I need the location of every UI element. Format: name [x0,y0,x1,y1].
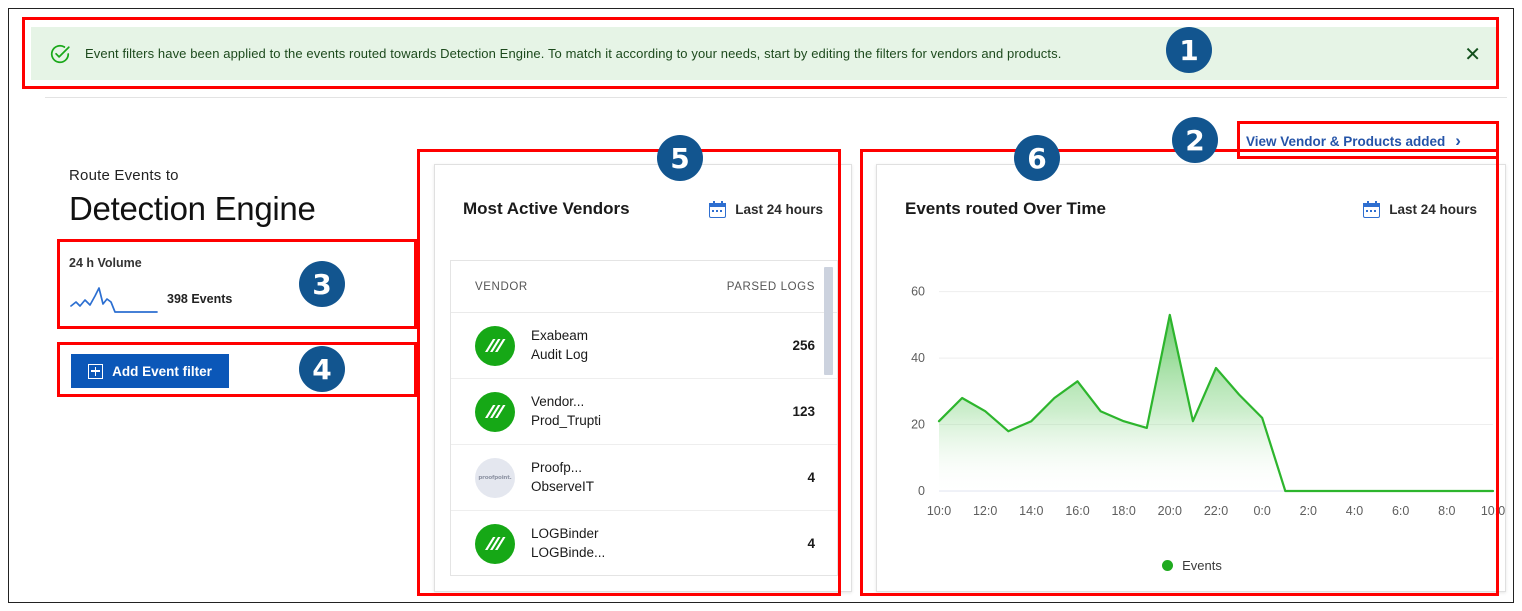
svg-text:6:0: 6:0 [1392,504,1409,518]
svg-text:10:0: 10:0 [1481,504,1505,518]
svg-text:20:0: 20:0 [1158,504,1182,518]
annotation-badge-3: 3 [299,261,345,307]
parsed-logs-count: 4 [807,536,815,551]
chart-svg: 0 20 40 60 10:0 12:0 14:0 16:0 18:0 20:0 22:0 0:0 2… [911,285,1505,518]
scrollbar-thumb[interactable] [824,267,833,375]
calendar-icon [709,200,727,218]
volume-summary: 24 h Volume 398 Events [69,256,414,328]
vendors-table: VENDOR PARSED LOGS Exabeam Audit Log 256 [450,260,838,576]
volume-label: 24 h Volume [69,256,142,270]
chart-y-axis-labels: 0 20 40 60 [911,285,925,498]
events-area-chart: 0 20 40 60 10:0 12:0 14:0 16:0 18:0 20:0 22:0 0:0 2… [877,253,1507,593]
parsed-logs-count: 123 [792,404,815,419]
banner-divider [45,97,1507,98]
table-row[interactable]: LOGBinder LOGBinde... 4 [451,511,837,575]
check-circle-icon [50,44,70,63]
vendor-name: Proofp... [531,459,583,475]
annotation-badge-4: 4 [299,346,345,392]
svg-text:20: 20 [911,418,925,432]
sparkline-chart [70,287,158,313]
svg-text:4:0: 4:0 [1346,504,1363,518]
route-header: Route Events to Detection Engine [69,167,414,228]
volume-count: 398 Events [167,292,233,306]
chart-legend: Events [877,558,1507,573]
vendors-time-range-selector[interactable]: Last 24 hours [709,200,823,218]
parsed-logs-count: 4 [807,470,815,485]
column-header-vendor: VENDOR [475,280,528,293]
legend-color-swatch [1162,560,1174,571]
chevron-right-icon: › [1455,131,1461,150]
product-name: Audit Log [531,346,589,362]
svg-text:0:0: 0:0 [1253,504,1270,518]
vendor-name: Vendor... [531,393,585,409]
chart-card-header: Events routed Over Time Last 24 hours [877,165,1505,219]
view-vendor-products-label: View Vendor & Products added [1246,133,1446,149]
vendors-time-range-label: Last 24 hours [735,201,823,217]
chart-x-axis-labels: 10:0 12:0 14:0 16:0 18:0 20:0 22:0 0:0 2:0 4:0 6:0… [927,504,1505,518]
chart-time-range-selector[interactable]: Last 24 hours [1363,200,1477,218]
svg-text:22:0: 22:0 [1204,504,1228,518]
svg-text:18:0: 18:0 [1111,504,1135,518]
page-frame: Event filters have been applied to the e… [8,8,1514,603]
svg-text:16:0: 16:0 [1065,504,1089,518]
add-event-filter-button[interactable]: Add Event filter [71,354,229,388]
svg-text:2:0: 2:0 [1300,504,1317,518]
banner-message: Event filters have been applied to the e… [85,46,1062,61]
parsed-logs-count: 256 [792,338,815,353]
chart-card-title: Events routed Over Time [905,199,1106,218]
event-filter-banner: Event filters have been applied to the e… [31,27,1499,80]
table-row[interactable]: Exabeam Audit Log 256 [451,313,837,379]
svg-text:12:0: 12:0 [973,504,997,518]
product-name: ObserveIT [531,478,595,494]
calendar-icon [1363,200,1381,218]
add-event-filter-label: Add Event filter [112,363,212,379]
annotation-badge-5: 5 [657,135,703,181]
exabeam-logo-icon [475,391,515,432]
annotation-badge-2: 2 [1172,117,1218,163]
vendor-name: LOGBinder [531,525,599,541]
svg-text:40: 40 [911,351,925,365]
svg-text:10:0: 10:0 [927,504,951,518]
table-row[interactable]: Vendor... Prod_Trupti 123 [451,379,837,445]
vendors-table-header: VENDOR PARSED LOGS [451,261,837,313]
page-title: Detection Engine [69,190,316,227]
view-vendor-products-link[interactable]: View Vendor & Products added › [1246,131,1461,151]
chart-area-fill [939,314,1493,491]
svg-text:14:0: 14:0 [1019,504,1043,518]
events-over-time-card: Events routed Over Time Last 24 hours 0 … [876,164,1506,592]
exabeam-logo-icon [475,523,515,564]
vendor-name: Exabeam [531,327,589,343]
route-eyebrow: Route Events to [69,167,179,184]
svg-text:8:0: 8:0 [1438,504,1455,518]
column-header-parsed-logs: PARSED LOGS [726,280,815,293]
product-name: Prod_Trupti [531,412,602,428]
svg-text:60: 60 [911,285,925,299]
plus-square-icon [88,363,104,379]
most-active-vendors-card: Most Active Vendors Last 24 hours VENDOR… [434,164,852,592]
proofpoint-logo-icon: proofpoint. [475,457,515,498]
svg-text:0: 0 [918,484,925,498]
vendors-table-scrollbar[interactable] [824,263,835,573]
vendors-card-header: Most Active Vendors Last 24 hours [435,165,851,219]
exabeam-logo-icon [475,325,515,366]
legend-label: Events [1182,558,1222,573]
vendors-card-title: Most Active Vendors [463,199,630,218]
table-row[interactable]: proofpoint. Proofp... ObserveIT 4 [451,445,837,511]
chart-time-range-label: Last 24 hours [1389,201,1477,217]
annotation-badge-6: 6 [1014,135,1060,181]
annotation-badge-1: 1 [1166,27,1212,73]
product-name: LOGBinde... [531,544,606,560]
close-icon[interactable]: ✕ [1464,44,1481,64]
